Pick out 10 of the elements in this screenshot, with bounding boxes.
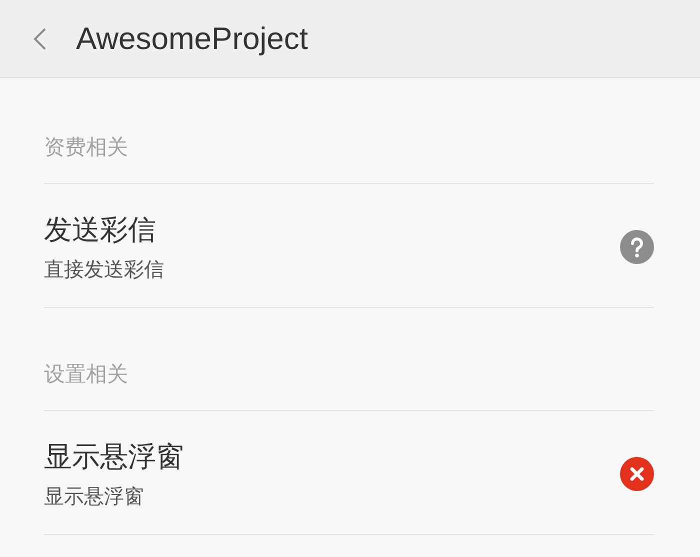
screen-title: AwesomeProject — [76, 20, 308, 56]
setting-subtitle: 显示悬浮窗 — [44, 483, 145, 509]
setting-title: 发送彩信 — [44, 212, 157, 248]
section-header: 设置相关 — [44, 308, 654, 411]
setting-subtitle: 直接发送彩信 — [44, 256, 164, 282]
setting-title: 显示悬浮窗 — [44, 439, 184, 475]
error-icon[interactable] — [620, 457, 654, 491]
help-icon[interactable] — [620, 230, 654, 264]
back-icon[interactable] — [33, 26, 47, 50]
section-header: 资费相关 — [44, 78, 654, 184]
